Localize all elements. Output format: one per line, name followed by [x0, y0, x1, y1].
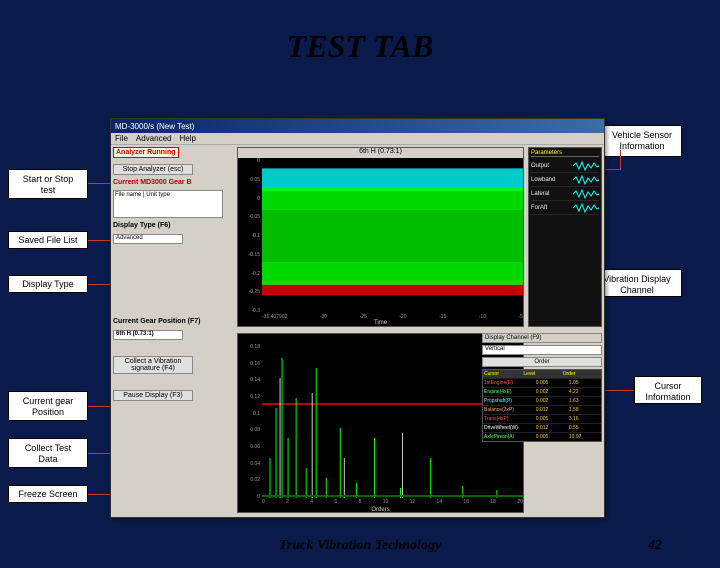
- display-type-select[interactable]: Advanced: [113, 234, 183, 244]
- time-plot-yaxis: 00.050-0.05-0.1-0.15-0.2-0.25-0.3: [238, 158, 262, 314]
- cursor-col-level: Level: [522, 370, 561, 378]
- cursor-row: 1stEngine(E)0.0051.05: [483, 378, 601, 387]
- cursor-row: Engine(4xE)0.0024.22: [483, 387, 601, 396]
- mini-wave-icon: [573, 161, 599, 171]
- sensor-label: Lowband: [531, 177, 555, 183]
- page-number: 42: [648, 538, 662, 554]
- time-plot-title: 6th H (0.73:1): [238, 148, 523, 158]
- callout-saved-file: Saved File List: [8, 231, 88, 249]
- callout-start-stop: Start or Stop test: [8, 169, 88, 199]
- time-plot: 6th H (0.73:1) 00.050-0.05-0.1-0.15-0.2-…: [237, 147, 524, 327]
- saved-file-list[interactable]: File name | Unit type: [113, 190, 223, 218]
- sensor-row: Output: [531, 159, 599, 173]
- filelist-col-type: Unit type: [146, 192, 170, 198]
- display-type-label: Display Type (F6): [113, 222, 233, 229]
- connector-line: [620, 150, 621, 170]
- mini-wave-icon: [573, 175, 599, 185]
- menubar: File Advanced Help: [111, 133, 604, 145]
- callout-vibration-channel: Vibration Display Channel: [592, 269, 682, 297]
- display-channel-label: Display Channel (F9): [482, 333, 602, 343]
- callout-display-type: Display Type: [8, 275, 88, 293]
- sensor-panel-header: Parameters: [531, 150, 599, 157]
- analyzer-running-indicator: Analyzer Running: [113, 147, 179, 158]
- callout-current-gear: Current gear Position: [8, 391, 88, 421]
- callout-collect-test: Collect Test Data: [8, 438, 88, 468]
- display-channel-select[interactable]: Vertical: [482, 345, 602, 355]
- cursor-row: Balance(2xP)0.0121.58: [483, 405, 601, 414]
- sensor-panel: Parameters Output Lowband Lateral ForAft: [528, 147, 602, 327]
- current-model-label: Current MD3000 Gear B: [113, 179, 233, 186]
- collect-vibration-button[interactable]: Collect a Vibration signature (F4): [113, 356, 193, 374]
- slide-title: TEST TAB: [0, 28, 720, 65]
- time-waveform-icon: [262, 158, 523, 314]
- left-panel: Analyzer Running Stop Analyzer (esc) Cur…: [113, 147, 233, 515]
- cursor-row: Propshaft(P)0.0021.63: [483, 396, 601, 405]
- time-plot-xaxis: -35.407902-30-25-20-15-10-5: [262, 314, 523, 326]
- cursor-table: Cursor Level Order 1stEngine(E)0.0051.05…: [482, 369, 602, 442]
- cursor-row: AxlePinion(A)0.00510.97: [483, 432, 601, 441]
- sensor-row: ForAft: [531, 201, 599, 215]
- mini-wave-icon: [573, 189, 599, 199]
- callout-vehicle-sensor: Vehicle Sensor Information: [602, 125, 682, 157]
- app-window: MD-3000/s (New Test) File Advanced Help …: [110, 118, 605, 518]
- cursor-panel: Display Channel (F9) Vertical Order Curs…: [482, 333, 602, 513]
- cursor-row: DriveWheel(W)0.0120.55: [483, 423, 601, 432]
- menu-help[interactable]: Help: [179, 134, 195, 143]
- footer-text: Truck Vibration Technology: [279, 538, 441, 554]
- pause-display-button[interactable]: Pause Display (F3): [113, 390, 193, 401]
- cursor-col-order: Order: [562, 370, 601, 378]
- menu-advanced[interactable]: Advanced: [136, 134, 172, 143]
- stop-analyzer-button[interactable]: Stop Analyzer (esc): [113, 164, 193, 175]
- sensor-row: Lateral: [531, 187, 599, 201]
- filelist-col-name: File name: [115, 192, 141, 198]
- cursor-col-name: Cursor: [483, 370, 522, 378]
- window-titlebar: MD-3000/s (New Test): [111, 119, 604, 133]
- callout-freeze-screen: Freeze Screen: [8, 485, 88, 503]
- mini-wave-icon: [573, 203, 599, 213]
- order-plot-xlabel: Orders: [371, 507, 389, 513]
- sensor-label: Output: [531, 163, 549, 169]
- window-title: MD-3000/s (New Test): [115, 122, 194, 131]
- sensor-label: Lateral: [531, 191, 549, 197]
- order-plot-yaxis: 0.180.160.140.120.10.080.060.040.020: [238, 344, 262, 500]
- order-button[interactable]: Order: [482, 357, 602, 367]
- sensor-row: Lowband: [531, 173, 599, 187]
- callout-cursor-info: Cursor Information: [634, 376, 702, 404]
- cursor-row: Trans(4xP)0.0053.16: [483, 414, 601, 423]
- order-plot: Speed Slope 0.180.160.140.120.10.080.060…: [237, 333, 524, 513]
- gear-position-select[interactable]: 6th H (0.73:1): [113, 330, 183, 340]
- gear-position-label: Current Gear Position (F7): [113, 318, 233, 325]
- connector-line: [604, 390, 634, 391]
- time-plot-xlabel: Time: [374, 320, 387, 326]
- menu-file[interactable]: File: [115, 134, 128, 143]
- sensor-label: ForAft: [531, 205, 547, 211]
